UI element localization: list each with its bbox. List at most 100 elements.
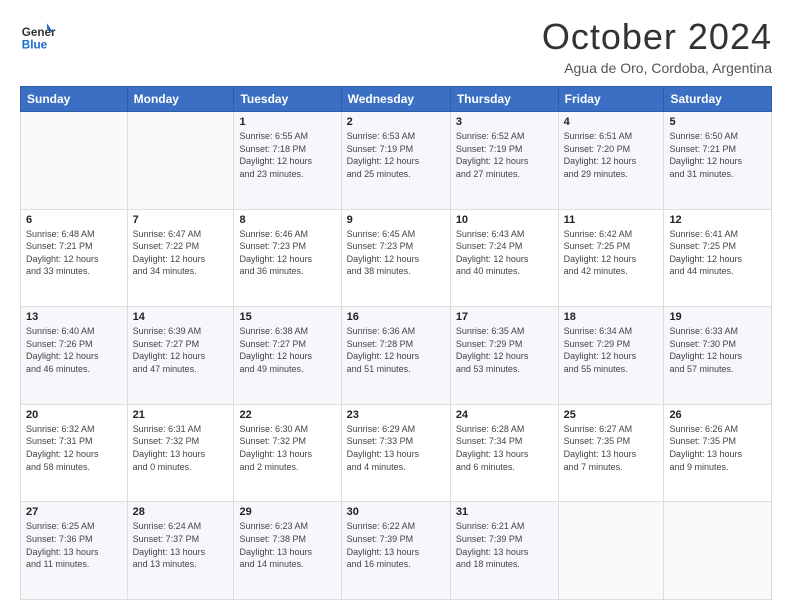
- table-row: 22 Sunrise: 6:30 AM Sunset: 7:32 PM Dayli…: [234, 404, 341, 502]
- table-row: 10Sunrise: 6:43 AM Sunset: 7:24 PM Dayli…: [450, 209, 558, 307]
- day-info: Sunrise: 6:25 AM Sunset: 7:36 PM Dayligh…: [26, 520, 122, 570]
- day-info: Sunrise: 6:28 AM Sunset: 7:34 PM Dayligh…: [456, 423, 553, 473]
- logo: General Blue: [20, 16, 56, 52]
- day-number: 9: [347, 214, 445, 226]
- table-row: 20 Sunrise: 6:32 AM Sunset: 7:31 PM Dayli…: [21, 404, 128, 502]
- day-info: Sunrise: 6:23 AM Sunset: 7:38 PM Dayligh…: [239, 520, 335, 570]
- day-info: Sunrise: 6:39 AM Sunset: 7:27 PM Dayligh…: [133, 325, 229, 375]
- header: General Blue October 2024 Agua de Oro, C…: [20, 16, 772, 76]
- svg-text:General: General: [22, 26, 56, 39]
- table-row: 9 Sunrise: 6:45 AM Sunset: 7:23 PM Daylig…: [341, 209, 450, 307]
- day-number: 5: [669, 116, 766, 128]
- table-row: 30 Sunrise: 6:22 AM Sunset: 7:39 PM Dayli…: [341, 502, 450, 600]
- table-row: 11Sunrise: 6:42 AM Sunset: 7:25 PM Dayli…: [558, 209, 664, 307]
- day-info: Sunrise: 6:22 AM Sunset: 7:39 PM Dayligh…: [347, 520, 445, 570]
- day-info: Sunrise: 6:47 AM Sunset: 7:22 PM Dayligh…: [133, 228, 229, 278]
- table-row: 28 Sunrise: 6:24 AM Sunset: 7:37 PM Dayli…: [127, 502, 234, 600]
- day-number: 20: [26, 409, 122, 421]
- day-info: Sunrise: 6:38 AM Sunset: 7:27 PM Dayligh…: [239, 325, 335, 375]
- table-row: 26Sunrise: 6:26 AM Sunset: 7:35 PM Dayli…: [664, 404, 772, 502]
- col-thursday: Thursday: [450, 87, 558, 112]
- table-row: 2 Sunrise: 6:53 AM Sunset: 7:19 PM Daylig…: [341, 112, 450, 210]
- table-row: 13Sunrise: 6:40 AM Sunset: 7:26 PM Dayli…: [21, 307, 128, 405]
- day-number: 14: [133, 311, 229, 323]
- table-row: 27 Sunrise: 6:25 AM Sunset: 7:36 PM Dayli…: [21, 502, 128, 600]
- day-info: Sunrise: 6:46 AM Sunset: 7:23 PM Dayligh…: [239, 228, 335, 278]
- table-row: 3 Sunrise: 6:52 AM Sunset: 7:19 PM Daylig…: [450, 112, 558, 210]
- table-row: 4 Sunrise: 6:51 AM Sunset: 7:20 PM Daylig…: [558, 112, 664, 210]
- col-wednesday: Wednesday: [341, 87, 450, 112]
- day-info: Sunrise: 6:30 AM Sunset: 7:32 PM Dayligh…: [239, 423, 335, 473]
- table-row: [664, 502, 772, 600]
- table-row: 29Sunrise: 6:23 AM Sunset: 7:38 PM Dayli…: [234, 502, 341, 600]
- table-row: 16 Sunrise: 6:36 AM Sunset: 7:28 PM Dayli…: [341, 307, 450, 405]
- day-info: Sunrise: 6:24 AM Sunset: 7:37 PM Dayligh…: [133, 520, 229, 570]
- table-row: 6 Sunrise: 6:48 AM Sunset: 7:21 PM Daylig…: [21, 209, 128, 307]
- location: Agua de Oro, Cordoba, Argentina: [542, 60, 772, 76]
- title-block: October 2024 Agua de Oro, Cordoba, Argen…: [542, 16, 772, 76]
- day-number: 3: [456, 116, 553, 128]
- day-number: 4: [564, 116, 659, 128]
- day-number: 19: [669, 311, 766, 323]
- day-number: 25: [564, 409, 659, 421]
- table-row: [558, 502, 664, 600]
- day-number: 17: [456, 311, 553, 323]
- table-row: [127, 112, 234, 210]
- day-number: 23: [347, 409, 445, 421]
- day-info: Sunrise: 6:32 AM Sunset: 7:31 PM Dayligh…: [26, 423, 122, 473]
- table-row: 21 Sunrise: 6:31 AM Sunset: 7:32 PM Dayli…: [127, 404, 234, 502]
- day-info: Sunrise: 6:35 AM Sunset: 7:29 PM Dayligh…: [456, 325, 553, 375]
- day-number: 28: [133, 506, 229, 518]
- day-number: 1: [239, 116, 335, 128]
- table-row: 18Sunrise: 6:34 AM Sunset: 7:29 PM Dayli…: [558, 307, 664, 405]
- day-number: 21: [133, 409, 229, 421]
- day-info: Sunrise: 6:29 AM Sunset: 7:33 PM Dayligh…: [347, 423, 445, 473]
- day-number: 31: [456, 506, 553, 518]
- col-sunday: Sunday: [21, 87, 128, 112]
- day-info: Sunrise: 6:31 AM Sunset: 7:32 PM Dayligh…: [133, 423, 229, 473]
- day-info: Sunrise: 6:36 AM Sunset: 7:28 PM Dayligh…: [347, 325, 445, 375]
- table-row: 5 Sunrise: 6:50 AM Sunset: 7:21 PM Daylig…: [664, 112, 772, 210]
- day-number: 30: [347, 506, 445, 518]
- day-number: 6: [26, 214, 122, 226]
- col-monday: Monday: [127, 87, 234, 112]
- page: General Blue October 2024 Agua de Oro, C…: [0, 0, 792, 612]
- day-info: Sunrise: 6:43 AM Sunset: 7:24 PM Dayligh…: [456, 228, 553, 278]
- day-number: 15: [239, 311, 335, 323]
- day-info: Sunrise: 6:52 AM Sunset: 7:19 PM Dayligh…: [456, 130, 553, 180]
- day-info: Sunrise: 6:41 AM Sunset: 7:25 PM Dayligh…: [669, 228, 766, 278]
- table-row: 17 Sunrise: 6:35 AM Sunset: 7:29 PM Dayli…: [450, 307, 558, 405]
- calendar: Sunday Monday Tuesday Wednesday Thursday…: [20, 86, 772, 600]
- table-row: 8 Sunrise: 6:46 AM Sunset: 7:23 PM Daylig…: [234, 209, 341, 307]
- day-number: 16: [347, 311, 445, 323]
- table-row: 19 Sunrise: 6:33 AM Sunset: 7:30 PM Dayli…: [664, 307, 772, 405]
- col-saturday: Saturday: [664, 87, 772, 112]
- day-number: 7: [133, 214, 229, 226]
- day-info: Sunrise: 6:21 AM Sunset: 7:39 PM Dayligh…: [456, 520, 553, 570]
- day-number: 13: [26, 311, 122, 323]
- col-tuesday: Tuesday: [234, 87, 341, 112]
- day-info: Sunrise: 6:50 AM Sunset: 7:21 PM Dayligh…: [669, 130, 766, 180]
- day-info: Sunrise: 6:48 AM Sunset: 7:21 PM Dayligh…: [26, 228, 122, 278]
- table-row: 23 Sunrise: 6:29 AM Sunset: 7:33 PM Dayli…: [341, 404, 450, 502]
- day-info: Sunrise: 6:26 AM Sunset: 7:35 PM Dayligh…: [669, 423, 766, 473]
- day-info: Sunrise: 6:33 AM Sunset: 7:30 PM Dayligh…: [669, 325, 766, 375]
- day-info: Sunrise: 6:53 AM Sunset: 7:19 PM Dayligh…: [347, 130, 445, 180]
- day-info: Sunrise: 6:55 AM Sunset: 7:18 PM Dayligh…: [239, 130, 335, 180]
- day-info: Sunrise: 6:45 AM Sunset: 7:23 PM Dayligh…: [347, 228, 445, 278]
- day-info: Sunrise: 6:27 AM Sunset: 7:35 PM Dayligh…: [564, 423, 659, 473]
- day-number: 2: [347, 116, 445, 128]
- day-number: 22: [239, 409, 335, 421]
- logo-icon: General Blue: [20, 16, 56, 52]
- table-row: [21, 112, 128, 210]
- day-number: 27: [26, 506, 122, 518]
- calendar-table: Sunday Monday Tuesday Wednesday Thursday…: [20, 86, 772, 600]
- table-row: 25 Sunrise: 6:27 AM Sunset: 7:35 PM Dayli…: [558, 404, 664, 502]
- table-row: 12Sunrise: 6:41 AM Sunset: 7:25 PM Dayli…: [664, 209, 772, 307]
- day-number: 8: [239, 214, 335, 226]
- day-info: Sunrise: 6:34 AM Sunset: 7:29 PM Dayligh…: [564, 325, 659, 375]
- table-row: 24 Sunrise: 6:28 AM Sunset: 7:34 PM Dayli…: [450, 404, 558, 502]
- month-title: October 2024: [542, 16, 772, 58]
- day-number: 24: [456, 409, 553, 421]
- day-info: Sunrise: 6:51 AM Sunset: 7:20 PM Dayligh…: [564, 130, 659, 180]
